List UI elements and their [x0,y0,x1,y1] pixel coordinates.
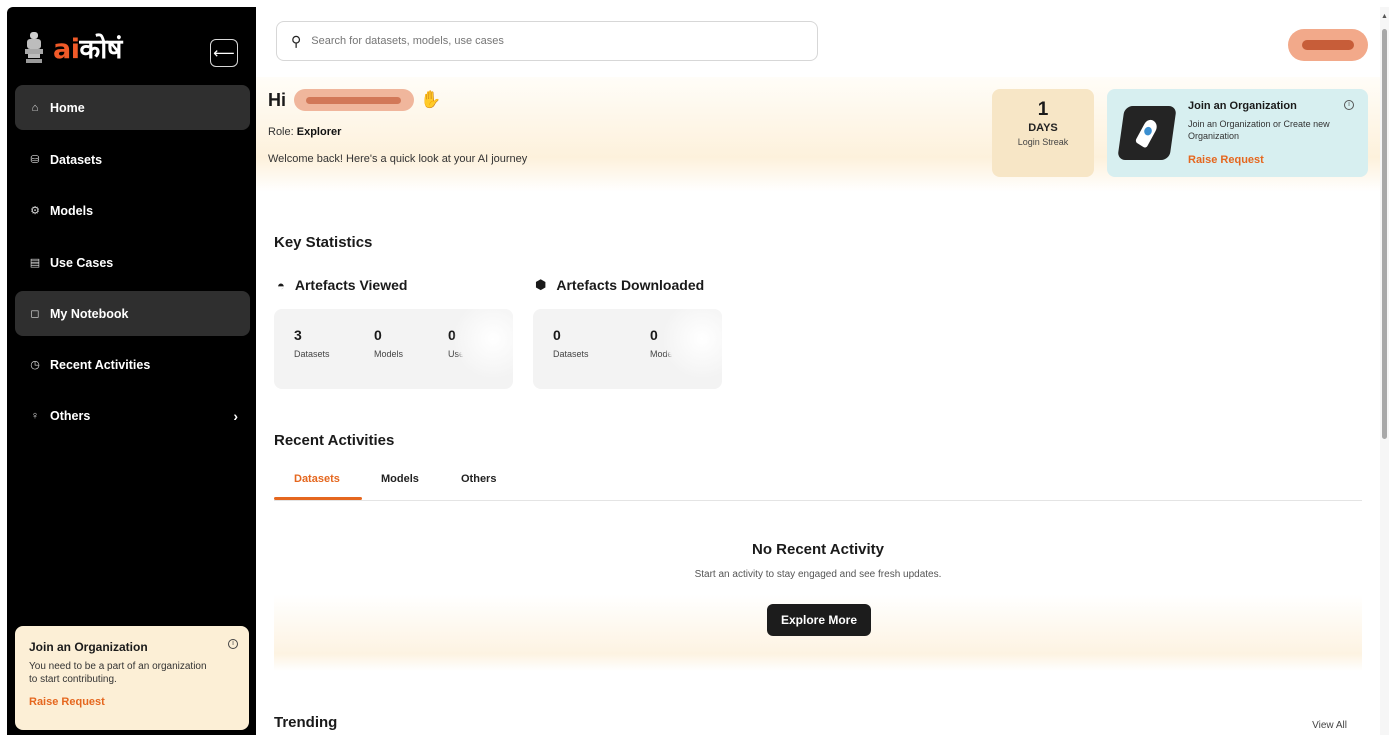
sidebar-item-others[interactable]: ♀ Others › [15,393,250,438]
key-statistics-title: Key Statistics [274,234,373,251]
streak-label: Login Streak [1017,137,1069,147]
chevron-right-icon: › [233,407,238,424]
scrollbar-thumb[interactable] [1382,29,1387,439]
redacted-username [1302,40,1354,50]
artefacts-downloaded-title: ⬢ Artefacts Downloaded [535,277,705,293]
stat-models-viewed: 0 Models [374,327,404,359]
sidebar-item-label: Datasets [50,152,103,167]
sidebar-item-label: Others [50,408,91,423]
briefcase-icon: ▤ [29,257,41,269]
streak-unit: DAYS [1028,122,1058,134]
login-streak-card: 1 DAYS Login Streak [992,89,1094,177]
sidebar-item-label: My Notebook [50,306,129,321]
collapse-sidebar-button[interactable]: ⟵ [210,39,238,67]
trending-title: Trending [274,714,338,731]
empty-state: No Recent Activity Start an activity to … [274,501,1362,671]
recent-activities-title: Recent Activities [274,432,395,449]
sidebar-item-use-cases[interactable]: ▤ Use Cases [15,240,250,285]
home-icon: ⌂ [31,101,39,114]
search-input[interactable] [311,35,782,47]
artefacts-viewed-title: ◓ Artefacts Viewed [277,277,408,293]
scroll-up-icon[interactable]: ▲ [1381,13,1388,20]
org-card-title: Join an Organization [1188,100,1297,112]
join-organization-banner: Join an Organization i Join an Organizat… [1107,89,1368,177]
window-frame [0,0,1389,7]
org-card-description: Join an Organization or Create new Organ… [1188,119,1330,141]
stat-datasets-downloaded: 0 Datasets [553,327,589,359]
recent-activities-tabs: Datasets Models Others [274,467,1362,501]
sidebar-item-my-notebook[interactable]: ◻ My Notebook [15,291,250,336]
info-icon[interactable]: i [228,639,238,649]
sidebar-item-label: Models [50,203,94,218]
empty-state-title: No Recent Activity [752,541,884,558]
main-content: Hi ✋ Role: Explorer Welcome back! Here's… [256,77,1380,735]
emblem-icon [23,31,45,65]
notebook-icon: ◻ [30,308,40,320]
stat-datasets-viewed: 3 Datasets [294,327,330,359]
top-bar: ⚲ [256,7,1380,77]
greeting: Hi ✋ [268,89,442,111]
stat-models-downloaded: 0 Models [650,327,680,359]
artefacts-downloaded-card: 0 Datasets 0 Models [533,309,722,389]
view-all-link[interactable]: View All [1312,720,1347,731]
sidebar-item-models[interactable]: ⚙ Models [15,188,250,233]
model-icon: ⚙ [30,205,40,217]
join-organization-card: Join an Organization i You need to be a … [15,626,249,730]
user-role: Role: Explorer [268,126,342,138]
wave-icon: ✋ [420,90,442,109]
welcome-banner: Hi ✋ Role: Explorer Welcome back! Here's… [256,77,1380,192]
card-description: You need to be a part of an organization… [29,661,207,685]
sidebar-item-recent-activities[interactable]: ◷ Recent Activities [15,342,250,387]
database-icon: ⛁ [30,154,40,166]
brand-wordmark: aiकोषं [53,34,122,65]
raise-request-link[interactable]: Raise Request [1188,154,1264,166]
raise-request-link[interactable]: Raise Request [29,696,235,708]
search-icon: ⚲ [291,32,302,49]
user-avatar-button[interactable] [1288,29,1368,61]
clock-icon: ◷ [30,359,40,371]
download-icon: ⬢ [535,277,547,292]
empty-state-description: Start an activity to stay engaged and se… [694,569,942,580]
redacted-name [294,89,414,111]
search-bar[interactable]: ⚲ [276,21,818,61]
sidebar-item-label: Recent Activities [50,357,151,372]
rocket-icon [1117,106,1177,160]
tab-models[interactable]: Models [381,473,419,485]
sidebar-item-label: Use Cases [50,255,114,270]
active-tab-indicator [274,497,362,500]
sidebar-item-datasets[interactable]: ⛁ Datasets [15,137,250,182]
stat-usecases-viewed: 0 Usecases [448,327,488,359]
sidebar-item-home[interactable]: ⌂ Home [15,85,250,130]
info-icon[interactable]: i [1344,100,1354,110]
tab-datasets[interactable]: Datasets [294,473,340,485]
tab-others[interactable]: Others [461,473,496,485]
explore-more-button[interactable]: Explore More [767,604,871,636]
card-title: Join an Organization [29,640,148,654]
scrollbar[interactable]: ▲ [1380,7,1389,735]
artefacts-viewed-card: 3 Datasets 0 Models 0 Usecases [274,309,513,389]
sidebar: aiकोषं ⟵ ⌂ Home ⛁ Datasets ⚙ Models ▤ Us… [7,7,256,735]
welcome-text: Welcome back! Here's a quick look at you… [268,153,528,165]
collapse-icon: ⟵ [213,45,235,62]
others-icon: ♀ [30,409,40,422]
logo[interactable]: aiकोषं [23,29,122,66]
streak-count: 1 [1037,99,1049,120]
sidebar-item-label: Home [50,100,85,115]
eye-icon: ◓ [277,277,285,293]
